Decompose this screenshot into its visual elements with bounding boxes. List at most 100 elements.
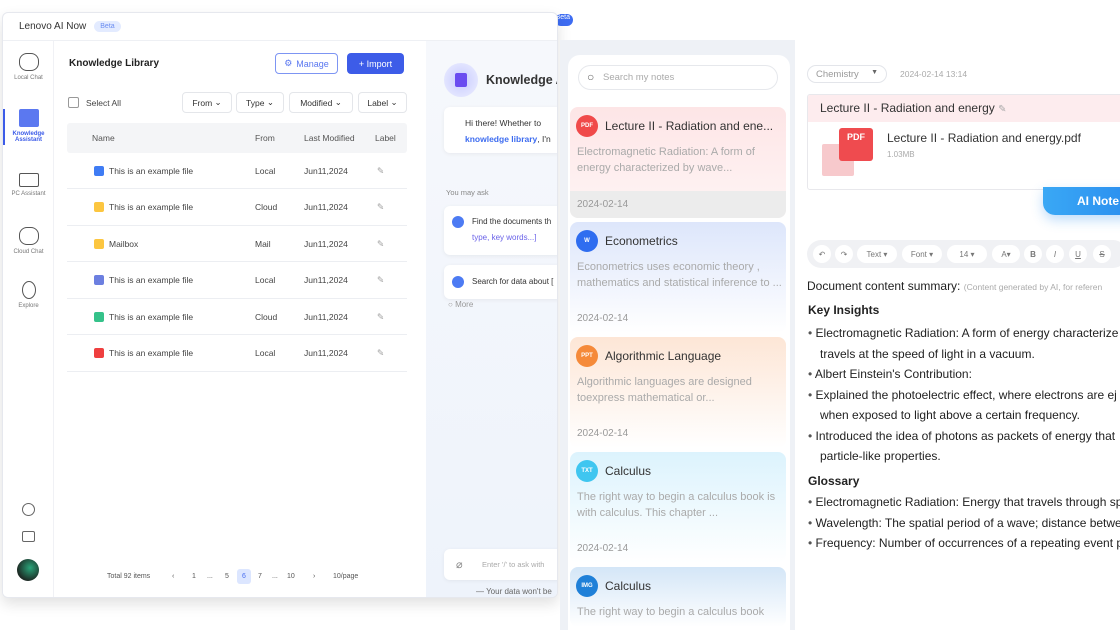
chat-input[interactable]: ⌀ Enter '/' to ask with [444, 549, 557, 580]
insight-line: travels at the speed of light in a vacuu… [808, 347, 1035, 361]
suggested-question-1[interactable]: Find the documents th type, key words...… [444, 206, 557, 255]
table-row[interactable]: This is an example file Local Jun11,2024… [67, 336, 407, 372]
nav-label: Knowledge Assistant [12, 131, 45, 143]
file-name[interactable]: This is an example file [109, 312, 193, 322]
knowledge-library: Knowledge Library ⚙ Manage + Import Selec… [54, 41, 426, 597]
edit-label-icon[interactable]: ✎ [377, 275, 384, 286]
insight-line: particle-like properties. [808, 449, 941, 463]
note-title[interactable]: Lecture II - Radiation and energy [820, 101, 995, 115]
file-name[interactable]: This is an example file [109, 275, 193, 285]
sidebar-item-explore[interactable]: Explore [3, 281, 54, 309]
col-last-modified[interactable]: Last Modified [304, 133, 355, 143]
edit-label-icon[interactable]: ✎ [377, 165, 384, 176]
page-size-select[interactable]: 10/page [333, 573, 358, 580]
file-name[interactable]: Mailbox [109, 239, 138, 249]
sheet-file-icon [94, 311, 104, 322]
mail-icon[interactable] [22, 531, 35, 542]
file-name[interactable]: This is an example file [109, 348, 193, 358]
more-button[interactable]: ○ More [448, 300, 473, 309]
nav-label: PC Assistant [11, 191, 46, 197]
sidebar: Local Chat Knowledge Assistant PC Assist… [3, 41, 54, 597]
font-color-button[interactable]: A ▾ [992, 245, 1020, 263]
table-row[interactable]: This is an example file Local Jun11,2024… [67, 153, 407, 189]
sidebar-item-pc-assistant[interactable]: PC Assistant [3, 173, 54, 197]
page-5[interactable]: 5 [225, 573, 229, 580]
edit-label-icon[interactable]: ✎ [377, 348, 384, 359]
note-card[interactable]: IMG Calculus The right way to begin a ca… [570, 567, 786, 627]
redo-icon[interactable]: ↷ [835, 245, 853, 263]
italic-button[interactable]: I [1046, 245, 1064, 263]
avatar[interactable] [17, 559, 39, 581]
page-ellipsis[interactable]: ... [272, 573, 278, 580]
note-card[interactable]: TXT Calculus The right way to begin a ca… [570, 452, 786, 563]
edit-label-icon[interactable]: ✎ [377, 311, 384, 322]
privacy-text: Your data won't be [486, 587, 552, 596]
page-ellipsis[interactable]: ... [207, 573, 213, 580]
category-select[interactable]: Chemistry ▼ [807, 65, 887, 83]
insight-line: when exposed to light above a certain fr… [808, 408, 1080, 422]
import-button[interactable]: + Import [347, 53, 404, 74]
col-from[interactable]: From [255, 133, 275, 143]
attachment-card: Lecture II - Radiation and energy ✎ PDF … [807, 94, 1120, 190]
sidebar-item-local-chat[interactable]: Local Chat [3, 53, 54, 81]
edit-icon[interactable]: ✎ [998, 104, 1006, 115]
select-all-label: Select All [86, 98, 121, 108]
note-preview: Algorithmic languages are designed toexp… [577, 376, 752, 404]
edit-label-icon[interactable]: ✎ [377, 202, 384, 213]
knowledge-assistant-chat: Knowledge A Hi there! Whether to knowled… [426, 41, 557, 597]
note-preview: Econometrics uses economic theory , math… [577, 261, 782, 289]
file-name[interactable]: Lecture II - Radiation and energy.pdf [887, 131, 1081, 145]
prev-page-button[interactable]: ‹ [172, 573, 174, 580]
note-timestamp: 2024-02-14 13:14 [900, 69, 968, 79]
text-style-select[interactable]: Text ▾ [857, 245, 897, 263]
ai-notes-button[interactable]: AI Note [1043, 187, 1120, 215]
sidebar-item-cloud-chat[interactable]: Cloud Chat [3, 227, 54, 255]
sidebar-item-knowledge-assistant[interactable]: Knowledge Assistant [3, 109, 54, 145]
filter-label[interactable]: Label ⌄ [358, 92, 407, 113]
note-card[interactable]: PDF Lecture II - Radiation and ene... El… [570, 107, 786, 218]
glossary-text: Wavelength: The spatial period of a wave… [815, 515, 1120, 530]
undo-icon[interactable]: ↶ [813, 245, 831, 263]
filter-modified[interactable]: Modified ⌄ [289, 92, 353, 113]
paperclip-icon[interactable]: ⌀ [456, 558, 463, 571]
next-page-button[interactable]: › [313, 573, 315, 580]
question-text: Find the documents th [472, 217, 552, 226]
page-7[interactable]: 7 [258, 573, 262, 580]
clock-icon[interactable] [22, 503, 35, 516]
tb-label: Text [866, 249, 882, 259]
file-name[interactable]: This is an example file [109, 202, 193, 212]
note-card[interactable]: PPT Algorithmic Language Algorithmic lan… [570, 337, 786, 448]
note-card[interactable]: W Econometrics Econometrics uses economi… [570, 222, 786, 333]
page-10[interactable]: 10 [287, 573, 295, 580]
knowledge-library-link[interactable]: knowledge library [465, 134, 537, 144]
page-1[interactable]: 1 [192, 573, 196, 580]
summary-note: (Content generated by AI, for referen [963, 282, 1103, 292]
doc-file-icon [94, 165, 104, 176]
nav-label: Local Chat [14, 75, 43, 81]
col-name[interactable]: Name [92, 133, 115, 143]
greeting-text: Hi there! Whether to [465, 118, 542, 128]
font-select[interactable]: Font ▾ [902, 245, 942, 263]
filter-type[interactable]: Type ⌄ [236, 92, 284, 113]
table-row[interactable]: This is an example file Cloud Jun11,2024… [67, 190, 407, 226]
lightbulb-icon [21, 281, 36, 299]
glossary-item: • Electromagnetic Radiation: Energy that… [808, 495, 1120, 509]
suggested-question-2[interactable]: Search for data about [ [444, 265, 557, 299]
edit-label-icon[interactable]: ✎ [377, 238, 384, 249]
file-name[interactable]: This is an example file [109, 166, 193, 176]
search-notes-input[interactable]: ○ Search my notes [578, 65, 778, 90]
glossary-text: Frequency: Number of occurrences of a re… [815, 536, 1120, 550]
manage-button[interactable]: ⚙ Manage [275, 53, 338, 74]
note-date: 2024-02-14 [577, 313, 629, 324]
filter-from[interactable]: From ⌄ [182, 92, 232, 113]
underline-button[interactable]: U [1069, 245, 1087, 263]
col-label[interactable]: Label [375, 133, 396, 143]
table-row[interactable]: This is an example file Cloud Jun11,2024… [67, 299, 407, 335]
table-row[interactable]: This is an example file Local Jun11,2024… [67, 263, 407, 299]
page-6-current[interactable]: 6 [237, 569, 251, 584]
select-all-checkbox[interactable] [68, 97, 79, 108]
table-row[interactable]: Mailbox Mail Jun11,2024 ✎ [67, 226, 407, 262]
bold-button[interactable]: B [1024, 245, 1042, 263]
strikethrough-button[interactable]: S [1093, 245, 1111, 263]
font-size-select[interactable]: 14 ▾ [947, 245, 987, 263]
